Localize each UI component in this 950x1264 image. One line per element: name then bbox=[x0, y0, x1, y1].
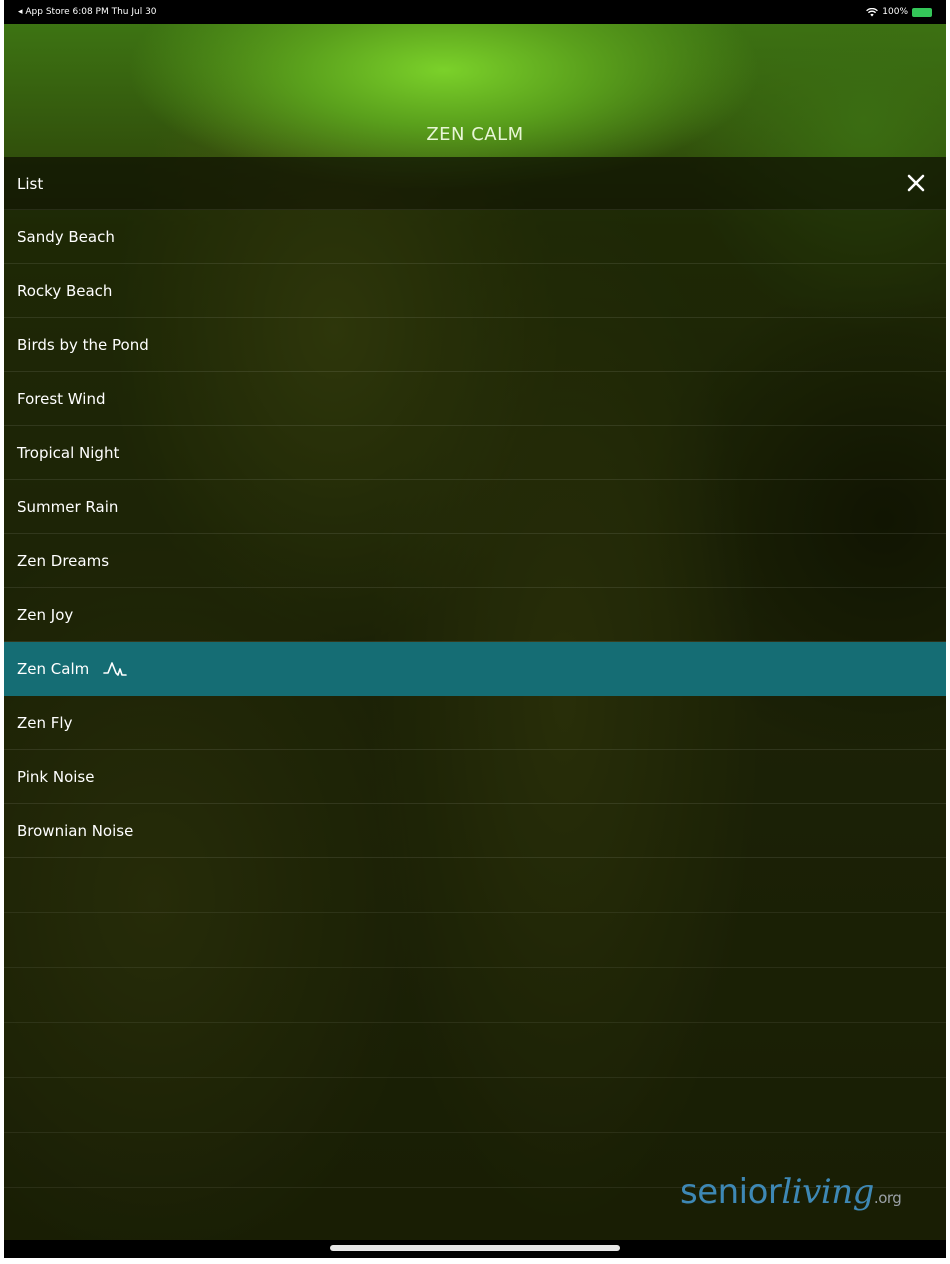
status-bar-left[interactable]: ◂ App Store 6:08 PM Thu Jul 30 bbox=[18, 7, 157, 17]
sound-list-panel: List Sandy Beach Rocky Beach Birds by th… bbox=[4, 157, 946, 1240]
list-item-label: Sandy Beach bbox=[17, 227, 115, 246]
empty-row bbox=[4, 968, 946, 1023]
home-bar-area bbox=[4, 1240, 946, 1258]
battery-percent: 100% bbox=[882, 7, 908, 17]
sound-list: Sandy Beach Rocky Beach Birds by the Pon… bbox=[4, 210, 946, 1188]
list-item-forest-wind[interactable]: Forest Wind bbox=[4, 372, 946, 426]
list-item-zen-calm[interactable]: Zen Calm bbox=[4, 642, 946, 696]
empty-row bbox=[4, 858, 946, 913]
list-item-label: Rocky Beach bbox=[17, 281, 113, 300]
list-item-label: Tropical Night bbox=[17, 443, 120, 462]
wifi-icon bbox=[866, 7, 879, 16]
page-title: ZEN CALM bbox=[426, 124, 524, 145]
list-item-label: Zen Dreams bbox=[17, 551, 110, 570]
list-item-sandy-beach[interactable]: Sandy Beach bbox=[4, 210, 946, 264]
list-item-zen-fly[interactable]: Zen Fly bbox=[4, 696, 946, 750]
list-item-rocky-beach[interactable]: Rocky Beach bbox=[4, 264, 946, 318]
list-item-label: Forest Wind bbox=[17, 389, 106, 408]
list-item-label: Zen Calm bbox=[17, 659, 90, 678]
empty-row bbox=[4, 1023, 946, 1078]
watermark-part2: living bbox=[781, 1172, 874, 1212]
list-item-label: Summer Rain bbox=[17, 497, 119, 516]
now-playing-header: ZEN CALM bbox=[4, 24, 946, 157]
list-item-pink-noise[interactable]: Pink Noise bbox=[4, 750, 946, 804]
list-item-label: Zen Fly bbox=[17, 713, 73, 732]
list-item-birds-by-the-pond[interactable]: Birds by the Pond bbox=[4, 318, 946, 372]
list-item-label: Birds by the Pond bbox=[17, 335, 149, 354]
list-item-label: Zen Joy bbox=[17, 605, 74, 624]
empty-row bbox=[4, 913, 946, 968]
status-bar: ◂ App Store 6:08 PM Thu Jul 30 100% bbox=[4, 0, 946, 24]
list-title: List bbox=[17, 175, 44, 193]
empty-row bbox=[4, 1078, 946, 1133]
list-item-tropical-night[interactable]: Tropical Night bbox=[4, 426, 946, 480]
watermark-tld: .org bbox=[873, 1189, 902, 1207]
list-item-label: Brownian Noise bbox=[17, 821, 134, 840]
app-screen: ◂ App Store 6:08 PM Thu Jul 30 100% ZEN … bbox=[4, 0, 946, 1258]
watermark-logo: seniorliving.org bbox=[680, 1172, 902, 1212]
list-header: List bbox=[4, 157, 946, 210]
watermark-part1: senior bbox=[680, 1172, 782, 1212]
list-item-label: Pink Noise bbox=[17, 767, 95, 786]
list-item-zen-dreams[interactable]: Zen Dreams bbox=[4, 534, 946, 588]
waveform-icon bbox=[103, 661, 128, 676]
list-item-zen-joy[interactable]: Zen Joy bbox=[4, 588, 946, 642]
list-item-brownian-noise[interactable]: Brownian Noise bbox=[4, 804, 946, 858]
list-item-summer-rain[interactable]: Summer Rain bbox=[4, 480, 946, 534]
home-indicator[interactable] bbox=[330, 1245, 620, 1251]
status-bar-right: 100% bbox=[866, 7, 932, 17]
close-icon[interactable] bbox=[904, 171, 928, 195]
battery-icon bbox=[912, 7, 932, 17]
